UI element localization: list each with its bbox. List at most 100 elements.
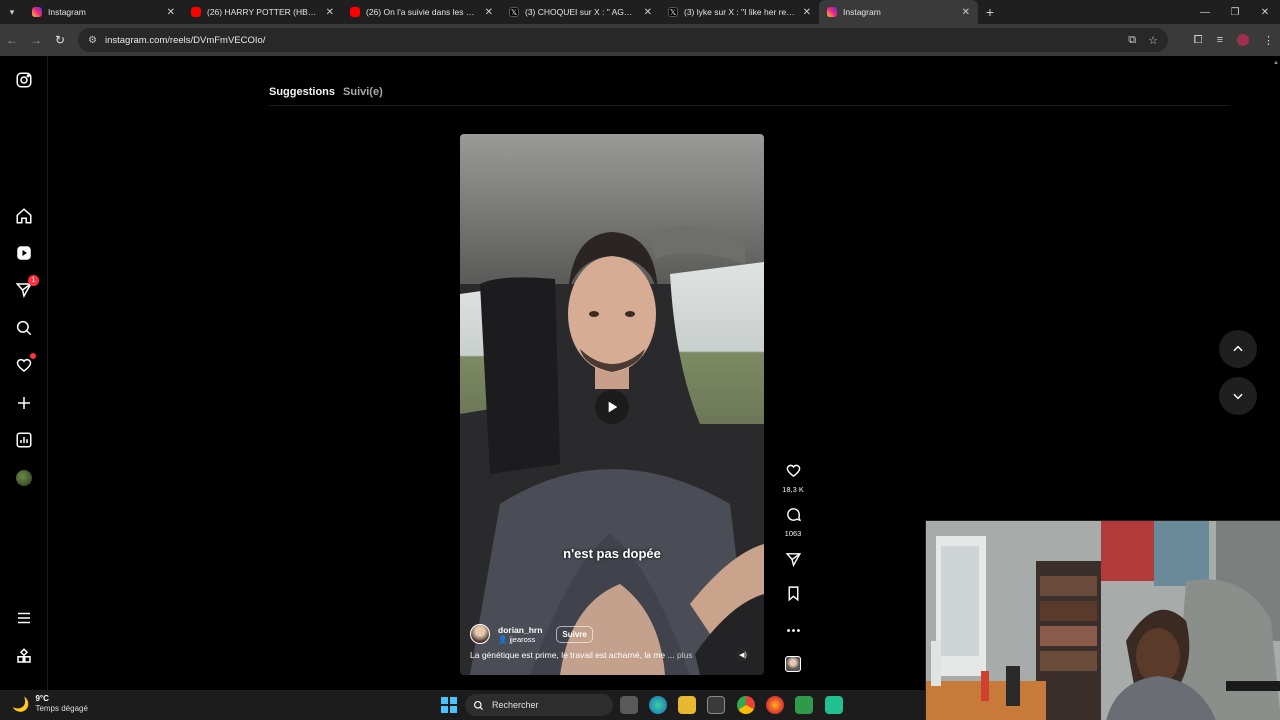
- play-button[interactable]: [595, 390, 629, 424]
- instagram-sidebar: 1: [0, 56, 48, 690]
- comment-button[interactable]: 1063: [780, 506, 806, 538]
- volume-icon[interactable]: ◀): [736, 648, 750, 662]
- browser-tab[interactable]: (26) HARRY POTTER (HBO) - LE ✕: [183, 0, 342, 24]
- tab-title: (3) CHOQUEI sur X : " AGORA: [525, 7, 638, 17]
- app-icon-2[interactable]: [825, 696, 843, 714]
- file-explorer-icon[interactable]: [678, 696, 696, 714]
- description-text: La génétique est prime, le travail est a…: [470, 650, 675, 660]
- collab-username[interactable]: jjeaross: [509, 635, 535, 644]
- close-icon[interactable]: ✕: [803, 7, 811, 18]
- activity-dot: [30, 353, 36, 359]
- bookmark-icon: [788, 586, 798, 602]
- url-text: instagram.com/reels/DVmFmVECOIo/: [104, 34, 266, 46]
- also-from-meta-icon[interactable]: [14, 646, 34, 666]
- reel-description: La génétique est prime, le travail est a…: [470, 650, 754, 660]
- x-icon: 𝕏: [509, 7, 519, 17]
- x-icon: 𝕏: [668, 7, 678, 17]
- edge-icon[interactable]: [649, 696, 667, 714]
- like-button[interactable]: 18,3 K: [780, 462, 806, 494]
- menu-icon[interactable]: ⋮: [1263, 34, 1274, 47]
- url-field[interactable]: ⚙ instagram.com/reels/DVmFmVECOIo/ ⧉ ☆: [78, 28, 1168, 52]
- search-icon[interactable]: [14, 318, 34, 338]
- bookmark-star-icon[interactable]: ☆: [1148, 34, 1158, 47]
- share-button[interactable]: [780, 551, 806, 573]
- comment-count: 1063: [784, 529, 802, 538]
- tab-title: (26) HARRY POTTER (HBO) - LE: [207, 7, 320, 17]
- dashboard-icon[interactable]: [14, 430, 34, 450]
- instagram-icon: [827, 7, 837, 17]
- weather-widget[interactable]: 🌙 9°C Temps dégagé: [12, 694, 88, 714]
- temperature: 9°C: [35, 694, 49, 703]
- site-settings-icon[interactable]: ⚙: [88, 35, 97, 46]
- profile-avatar[interactable]: [1237, 34, 1249, 46]
- feed-tabs: Suggestions Suivi(e): [269, 86, 383, 98]
- chrome-icon[interactable]: [737, 696, 755, 714]
- author-avatar[interactable]: [470, 624, 490, 644]
- save-button[interactable]: [780, 585, 806, 607]
- reload-icon[interactable]: ↻: [48, 24, 72, 56]
- messages-icon[interactable]: 1: [14, 275, 39, 300]
- restore-icon[interactable]: ❐: [1220, 0, 1250, 24]
- task-view-icon[interactable]: [620, 696, 638, 714]
- create-icon[interactable]: [14, 393, 34, 413]
- moon-icon: 🌙: [12, 695, 30, 712]
- taskbar: 🌙 9°C Temps dégagé Rechercher: [0, 690, 925, 720]
- audio-thumbnail: [785, 656, 801, 672]
- profile-avatar[interactable]: [14, 468, 34, 488]
- share-icon: [785, 553, 801, 568]
- close-icon[interactable]: ✕: [485, 7, 493, 18]
- reels-icon[interactable]: [14, 243, 34, 263]
- author-username[interactable]: dorian_hrn: [498, 625, 542, 635]
- more-icon: [786, 629, 800, 632]
- tab-following[interactable]: Suivi(e): [343, 86, 383, 98]
- new-tab-icon[interactable]: +: [978, 4, 1002, 20]
- tab-title: Instagram: [843, 7, 881, 17]
- collab-icon: 👤: [498, 634, 510, 644]
- screen: ▾ Instagram ✕ (26) HARRY POTTER (HBO) - …: [0, 0, 1280, 720]
- back-icon[interactable]: ←: [0, 24, 24, 56]
- more-link[interactable]: plus: [677, 650, 693, 660]
- more-menu-icon[interactable]: [14, 608, 34, 628]
- close-window-icon[interactable]: ✕: [1250, 0, 1280, 24]
- tab-search-icon[interactable]: ▾: [0, 0, 24, 24]
- taskbar-search-label: Rechercher: [492, 700, 539, 710]
- windows-start-icon[interactable]: [441, 697, 457, 713]
- extensions-icon[interactable]: ⧠: [1194, 34, 1203, 47]
- instagram-icon: [32, 7, 42, 17]
- browser-tab[interactable]: 𝕏 (3) CHOQUEI sur X : " AGORA ✕: [501, 0, 660, 24]
- follow-button[interactable]: Suivre: [556, 625, 593, 643]
- browser-tab[interactable]: 𝕏 (3) lyke sur X : "I like her reactio ✕: [660, 0, 819, 24]
- like-count: 18,3 K: [782, 485, 804, 494]
- chevron-down-icon: [1233, 393, 1243, 400]
- previous-reel-button[interactable]: [1219, 330, 1257, 368]
- weather-condition: Temps dégagé: [35, 704, 88, 713]
- next-reel-button[interactable]: [1219, 377, 1257, 415]
- taskbar-search[interactable]: Rechercher: [465, 694, 613, 716]
- scrollbar-up-icon[interactable]: ▲: [1273, 60, 1279, 66]
- tab-title: Instagram: [48, 7, 86, 17]
- more-options-button[interactable]: [780, 622, 806, 644]
- close-icon[interactable]: ✕: [167, 7, 175, 18]
- browser-tab[interactable]: Instagram ✕: [24, 0, 183, 24]
- youtube-icon: [191, 7, 201, 17]
- video-caption: n'est pas dopée: [563, 546, 661, 561]
- media-icon[interactable]: ≡: [1217, 34, 1223, 46]
- tab-suggestions[interactable]: Suggestions: [269, 86, 335, 98]
- browser-tab-active[interactable]: Instagram ✕: [819, 0, 978, 24]
- minimize-icon[interactable]: —: [1190, 0, 1220, 24]
- forward-icon[interactable]: →: [24, 24, 48, 56]
- close-icon[interactable]: ✕: [326, 7, 334, 18]
- home-icon[interactable]: [14, 206, 34, 226]
- install-app-icon[interactable]: ⧉: [1128, 34, 1136, 47]
- audio-button[interactable]: [780, 656, 806, 672]
- store-icon[interactable]: [707, 696, 725, 714]
- close-icon[interactable]: ✕: [962, 7, 970, 18]
- browser-tab[interactable]: (26) On l'a suivie dans les débu ✕: [342, 0, 501, 24]
- close-icon[interactable]: ✕: [644, 7, 652, 18]
- firefox-icon[interactable]: [766, 696, 784, 714]
- reel-video[interactable]: n'est pas dopée dorian_hrn 👤 jjeaross Su…: [460, 134, 764, 675]
- instagram-logo-icon[interactable]: [14, 70, 34, 90]
- app-icon[interactable]: [795, 696, 813, 714]
- webcam-overlay: [925, 520, 1280, 720]
- heart-icon[interactable]: [14, 353, 36, 375]
